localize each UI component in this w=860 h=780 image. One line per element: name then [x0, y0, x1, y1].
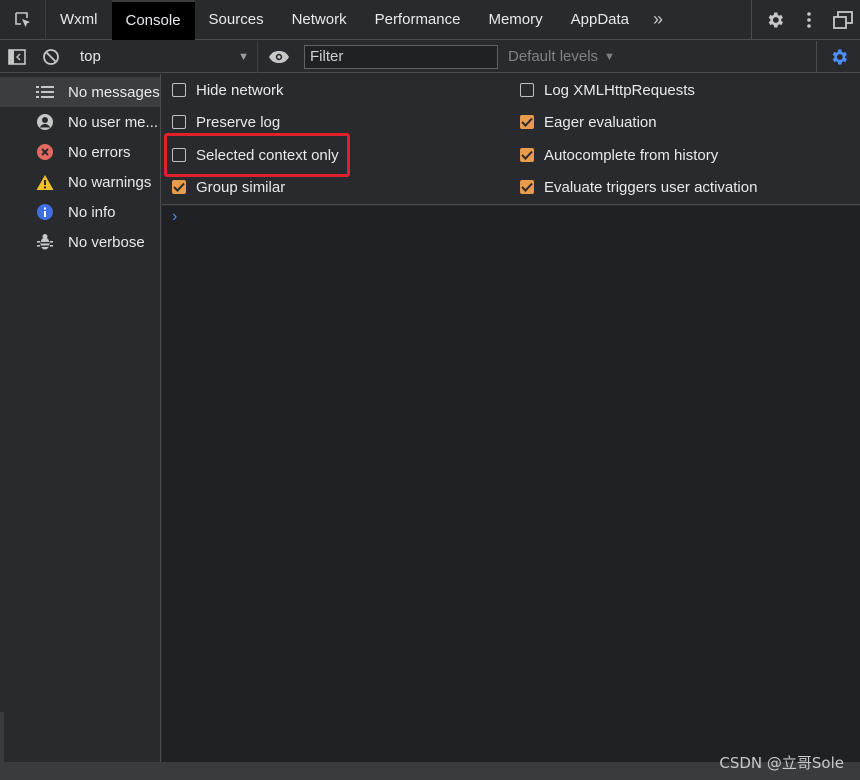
log-xmlhttprequests-checkbox[interactable]	[520, 83, 534, 97]
context-value: top	[80, 48, 101, 65]
group-similar-option[interactable]: Group similar	[172, 176, 285, 198]
autocomplete-from-history-checkbox[interactable]	[520, 148, 534, 162]
live-expression-button[interactable]	[258, 41, 300, 73]
error-icon	[36, 143, 54, 161]
customize-menu-button[interactable]	[792, 0, 826, 40]
gear-icon	[768, 12, 783, 27]
eager-evaluation-option[interactable]: Eager evaluation	[520, 111, 657, 133]
sidebar-item-label: No errors	[68, 143, 131, 161]
sidebar-item-errors[interactable]: No errors	[0, 137, 160, 167]
option-label: Preserve log	[196, 113, 281, 131]
dock-window-icon	[833, 10, 853, 29]
kebab-menu-icon	[807, 11, 811, 28]
filter-input[interactable]	[310, 48, 497, 65]
checkmark-icon	[521, 182, 533, 192]
checkmark-icon	[521, 117, 533, 127]
info-icon	[36, 203, 54, 221]
console-output-area[interactable]: ›	[162, 206, 860, 762]
autocomplete-from-history-option[interactable]: Autocomplete from history	[520, 144, 718, 166]
clear-console-button[interactable]	[34, 41, 68, 73]
sidebar-item-user-messages[interactable]: No user me...	[0, 107, 160, 137]
option-label: Autocomplete from history	[544, 146, 719, 164]
settings-button[interactable]	[758, 0, 792, 40]
sidebar-item-label: No messages	[68, 83, 160, 101]
annotation-highlight-box	[164, 133, 350, 177]
sidebar-item-label: No warnings	[68, 173, 152, 191]
evaluate-triggers-user-activation-checkbox[interactable]	[520, 180, 534, 194]
sidebar-item-verbose[interactable]: No verbose	[0, 227, 160, 257]
tab-memory[interactable]: Memory	[474, 0, 556, 40]
sidebar-item-label: No verbose	[68, 233, 145, 251]
console-toolbar: top ▼ Default levels ▼	[0, 40, 860, 73]
tab-network[interactable]: Network	[278, 0, 361, 40]
checkmark-icon	[521, 150, 533, 160]
preserve-log-option[interactable]: Preserve log	[172, 111, 280, 133]
block-icon	[43, 48, 59, 65]
log-xmlhttprequests-option[interactable]: Log XMLHttpRequests	[520, 79, 695, 101]
inspect-cursor-icon	[14, 11, 30, 27]
eager-evaluation-checkbox[interactable]	[520, 115, 534, 129]
gear-icon	[832, 49, 847, 64]
tab-performance[interactable]: Performance	[361, 0, 475, 40]
user-icon	[36, 113, 54, 131]
option-label: Log XMLHttpRequests	[544, 81, 695, 99]
tab-sources[interactable]: Sources	[195, 0, 278, 40]
filter-field[interactable]	[304, 44, 498, 69]
sidebar-item-warnings[interactable]: No warnings	[0, 167, 160, 197]
warning-icon	[36, 173, 54, 191]
console-sidebar: No messages No user me... No errors No w…	[0, 74, 161, 762]
option-label: Eager evaluation	[544, 113, 657, 131]
console-settings-button[interactable]	[816, 40, 860, 73]
option-label: Evaluate triggers user activation	[544, 178, 758, 196]
undock-button[interactable]	[826, 0, 860, 40]
console-prompt: ›	[172, 208, 178, 225]
watermark-text: CSDN @立哥Sole	[719, 754, 844, 772]
left-edge-strip	[0, 712, 4, 762]
tab-console[interactable]: Console	[111, 0, 195, 40]
toggle-sidebar-button[interactable]	[0, 41, 34, 73]
sidebar-toggle-icon	[8, 48, 26, 65]
option-label: Hide network	[196, 81, 284, 99]
more-tabs-button[interactable]: »	[643, 0, 673, 40]
inspect-element-button[interactable]	[0, 0, 46, 40]
tab-wxml[interactable]: Wxml	[46, 0, 112, 40]
hide-network-checkbox[interactable]	[172, 83, 186, 97]
option-label: Group similar	[196, 178, 286, 196]
checkmark-icon	[173, 182, 185, 192]
sidebar-item-label: No user me...	[68, 113, 159, 131]
hide-network-option[interactable]: Hide network	[172, 79, 284, 101]
dropdown-arrow-icon: ▼	[238, 50, 249, 63]
eye-icon	[269, 50, 289, 63]
dropdown-arrow-icon: ▼	[604, 50, 615, 63]
devtools-tabbar: Wxml Console Sources Network Performance…	[0, 0, 860, 40]
tab-appdata[interactable]: AppData	[557, 0, 643, 40]
evaluate-triggers-user-activation-option[interactable]: Evaluate triggers user activation	[520, 176, 757, 198]
tabbar-actions	[751, 0, 860, 40]
preserve-log-checkbox[interactable]	[172, 115, 186, 129]
context-selector[interactable]: top ▼	[68, 40, 258, 73]
log-levels-dropdown[interactable]: Default levels ▼	[508, 48, 615, 65]
log-levels-label: Default levels	[508, 48, 599, 65]
sidebar-item-messages[interactable]: No messages	[0, 77, 160, 107]
bug-icon	[36, 233, 54, 251]
sidebar-item-info[interactable]: No info	[0, 197, 160, 227]
list-icon	[36, 83, 54, 101]
group-similar-checkbox[interactable]	[172, 180, 186, 194]
sidebar-item-label: No info	[68, 203, 116, 221]
